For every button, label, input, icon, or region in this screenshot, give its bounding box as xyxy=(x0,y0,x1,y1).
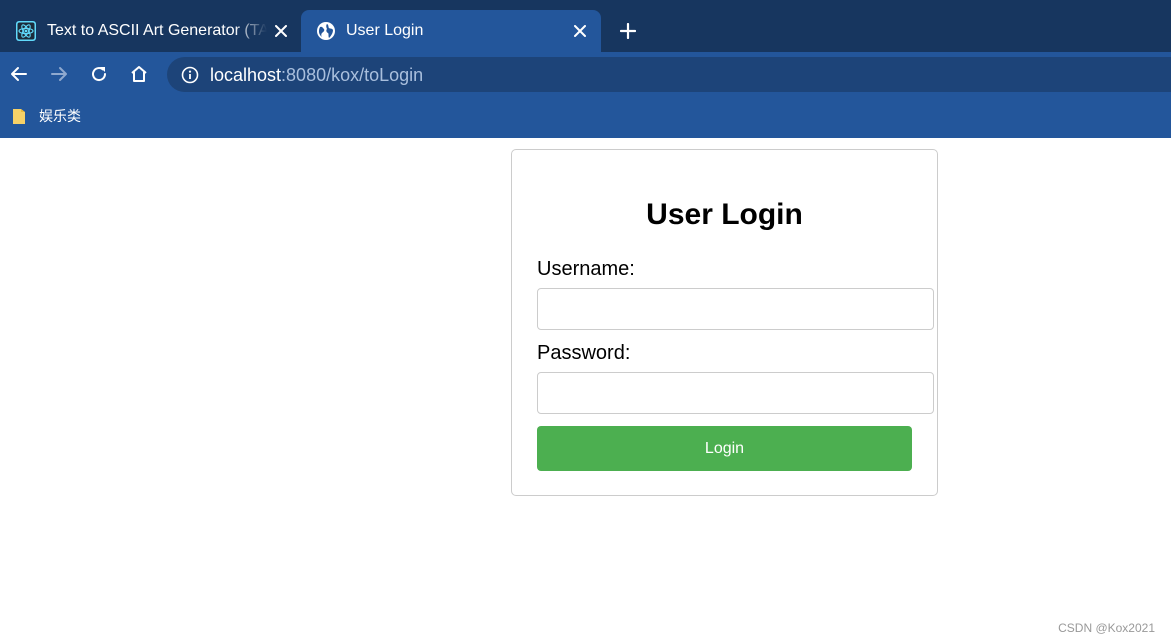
tab-ascii-generator[interactable]: Text to ASCII Art Generator (TAAG) xyxy=(0,10,300,52)
close-icon[interactable] xyxy=(571,22,589,40)
bookmarks-bar: 娱乐类 xyxy=(0,98,1171,138)
back-arrow-icon[interactable] xyxy=(8,63,30,85)
tab-title: User Login xyxy=(346,22,424,39)
reload-icon[interactable] xyxy=(88,63,110,85)
forward-arrow-icon[interactable] xyxy=(48,63,70,85)
home-icon[interactable] xyxy=(128,63,150,85)
page-content: User Login Username: Password: Login CSD… xyxy=(0,138,1171,643)
url-path: :8080/kox/toLogin xyxy=(281,65,424,85)
bookmark-folder[interactable]: 娱乐类 xyxy=(12,106,81,126)
close-icon[interactable] xyxy=(272,22,290,40)
browser-window: Text to ASCII Art Generator (TAAG) User … xyxy=(0,0,1171,643)
tab-strip: Text to ASCII Art Generator (TAAG) User … xyxy=(0,0,1171,52)
watermark: CSDN @Kox2021 xyxy=(1058,621,1155,635)
url-host: localhost xyxy=(210,65,282,85)
plus-icon[interactable] xyxy=(617,20,639,42)
username-label: Username: xyxy=(537,258,635,280)
folder-icon xyxy=(12,108,26,125)
password-input[interactable] xyxy=(537,372,934,414)
page-title: User Login xyxy=(646,198,803,231)
info-icon[interactable] xyxy=(181,66,199,84)
tab-title: Text to ASCII Art Generator (TAAG) xyxy=(47,22,267,39)
address-bar[interactable]: localhost:8080/kox/toLogin xyxy=(167,57,1171,92)
tab-user-login[interactable]: User Login xyxy=(301,10,601,52)
login-form: User Login Username: Password: Login xyxy=(511,149,938,496)
login-button[interactable]: Login xyxy=(537,426,912,471)
url-text: localhost:8080/kox/toLogin xyxy=(210,65,423,86)
password-label: Password: xyxy=(537,342,631,364)
bookmark-label: 娱乐类 xyxy=(39,109,81,125)
username-input[interactable] xyxy=(537,288,934,330)
react-atom-icon xyxy=(16,21,36,41)
browser-toolbar: localhost:8080/kox/toLogin xyxy=(0,52,1171,98)
globe-icon xyxy=(316,21,336,41)
